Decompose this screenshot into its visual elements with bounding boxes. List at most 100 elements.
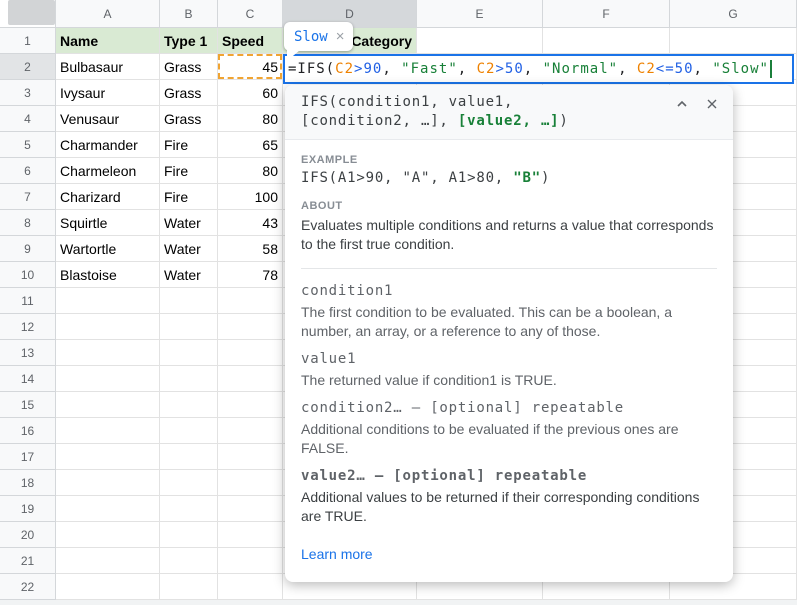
cell-A22[interactable]	[56, 574, 160, 600]
cell-C18[interactable]	[218, 470, 283, 496]
row-header-22[interactable]: 22	[0, 574, 56, 600]
column-header-F[interactable]: F	[543, 0, 670, 28]
row-header-19[interactable]: 19	[0, 496, 56, 522]
cell-A7[interactable]: Charizard	[56, 184, 160, 210]
cell-B15[interactable]	[160, 392, 218, 418]
formula-cell-editor[interactable]: =IFS(C2>90, "Fast", C2>50, "Normal", C2<…	[283, 54, 794, 84]
cell-B18[interactable]	[160, 470, 218, 496]
collapse-chevron-up-icon[interactable]	[671, 93, 693, 115]
column-header-A[interactable]: A	[56, 0, 160, 28]
row-header-12[interactable]: 12	[0, 314, 56, 340]
cell-A14[interactable]	[56, 366, 160, 392]
cell-B4[interactable]: Grass	[160, 106, 218, 132]
cell-F1[interactable]	[543, 28, 670, 54]
row-header-13[interactable]: 13	[0, 340, 56, 366]
cell-A20[interactable]	[56, 522, 160, 548]
cell-B5[interactable]: Fire	[160, 132, 218, 158]
cell-A6[interactable]: Charmeleon	[56, 158, 160, 184]
cell-A21[interactable]	[56, 548, 160, 574]
cell-C20[interactable]	[218, 522, 283, 548]
cell-C15[interactable]	[218, 392, 283, 418]
cell-B14[interactable]	[160, 366, 218, 392]
cell-C13[interactable]	[218, 340, 283, 366]
cell-B9[interactable]: Water	[160, 236, 218, 262]
row-header-3[interactable]: 3	[0, 80, 56, 106]
cell-C6[interactable]: 80	[218, 158, 283, 184]
cell-B1[interactable]: Type 1	[160, 28, 218, 54]
cell-B11[interactable]	[160, 288, 218, 314]
cell-B16[interactable]	[160, 418, 218, 444]
cell-A3[interactable]: Ivysaur	[56, 80, 160, 106]
cell-B8[interactable]: Water	[160, 210, 218, 236]
cell-B22[interactable]	[160, 574, 218, 600]
cell-A4[interactable]: Venusaur	[56, 106, 160, 132]
cell-A10[interactable]: Blastoise	[56, 262, 160, 288]
cell-C12[interactable]	[218, 314, 283, 340]
cell-B3[interactable]: Grass	[160, 80, 218, 106]
cell-C21[interactable]	[218, 548, 283, 574]
row-header-2[interactable]: 2	[0, 54, 56, 80]
row-header-5[interactable]: 5	[0, 132, 56, 158]
cell-A13[interactable]	[56, 340, 160, 366]
cell-C7[interactable]: 100	[218, 184, 283, 210]
cell-B17[interactable]	[160, 444, 218, 470]
cell-G1[interactable]	[670, 28, 797, 54]
close-icon[interactable]: ×	[336, 29, 345, 44]
row-header-4[interactable]: 4	[0, 106, 56, 132]
cell-C11[interactable]	[218, 288, 283, 314]
cell-B12[interactable]	[160, 314, 218, 340]
row-header-11[interactable]: 11	[0, 288, 56, 314]
cell-A18[interactable]	[56, 470, 160, 496]
cell-B19[interactable]	[160, 496, 218, 522]
cell-C1[interactable]: Speed	[218, 28, 283, 54]
cell-A11[interactable]	[56, 288, 160, 314]
column-header-B[interactable]: B	[160, 0, 218, 28]
cell-A1[interactable]: Name	[56, 28, 160, 54]
cell-C2[interactable]: 45	[218, 54, 283, 80]
cell-C16[interactable]	[218, 418, 283, 444]
row-header-16[interactable]: 16	[0, 418, 56, 444]
cell-C9[interactable]: 58	[218, 236, 283, 262]
cell-B13[interactable]	[160, 340, 218, 366]
row-header-18[interactable]: 18	[0, 470, 56, 496]
cell-C17[interactable]	[218, 444, 283, 470]
cell-B10[interactable]: Water	[160, 262, 218, 288]
select-all-corner[interactable]	[0, 0, 56, 28]
row-header-14[interactable]: 14	[0, 366, 56, 392]
cell-B6[interactable]: Fire	[160, 158, 218, 184]
cell-C22[interactable]	[218, 574, 283, 600]
cell-A8[interactable]: Squirtle	[56, 210, 160, 236]
cell-C19[interactable]	[218, 496, 283, 522]
cell-C4[interactable]: 80	[218, 106, 283, 132]
row-header-20[interactable]: 20	[0, 522, 56, 548]
cell-C14[interactable]	[218, 366, 283, 392]
row-header-7[interactable]: 7	[0, 184, 56, 210]
row-header-21[interactable]: 21	[0, 548, 56, 574]
cell-E1[interactable]	[417, 28, 543, 54]
row-header-15[interactable]: 15	[0, 392, 56, 418]
close-icon[interactable]	[701, 93, 723, 115]
cell-A5[interactable]: Charmander	[56, 132, 160, 158]
row-header-6[interactable]: 6	[0, 158, 56, 184]
cell-A2[interactable]: Bulbasaur	[56, 54, 160, 80]
cell-B7[interactable]: Fire	[160, 184, 218, 210]
cell-C10[interactable]: 78	[218, 262, 283, 288]
column-header-G[interactable]: G	[670, 0, 797, 28]
cell-C3[interactable]: 60	[218, 80, 283, 106]
row-header-8[interactable]: 8	[0, 210, 56, 236]
row-header-17[interactable]: 17	[0, 444, 56, 470]
cell-A19[interactable]	[56, 496, 160, 522]
column-header-E[interactable]: E	[417, 0, 543, 28]
cell-B21[interactable]	[160, 548, 218, 574]
cell-B2[interactable]: Grass	[160, 54, 218, 80]
row-header-1[interactable]: 1	[0, 28, 56, 54]
cell-A9[interactable]: Wartortle	[56, 236, 160, 262]
cell-C5[interactable]: 65	[218, 132, 283, 158]
cell-C8[interactable]: 43	[218, 210, 283, 236]
learn-more-link[interactable]: Learn more	[301, 546, 373, 562]
row-header-10[interactable]: 10	[0, 262, 56, 288]
cell-A16[interactable]	[56, 418, 160, 444]
cell-A15[interactable]	[56, 392, 160, 418]
cell-A12[interactable]	[56, 314, 160, 340]
cell-A17[interactable]	[56, 444, 160, 470]
